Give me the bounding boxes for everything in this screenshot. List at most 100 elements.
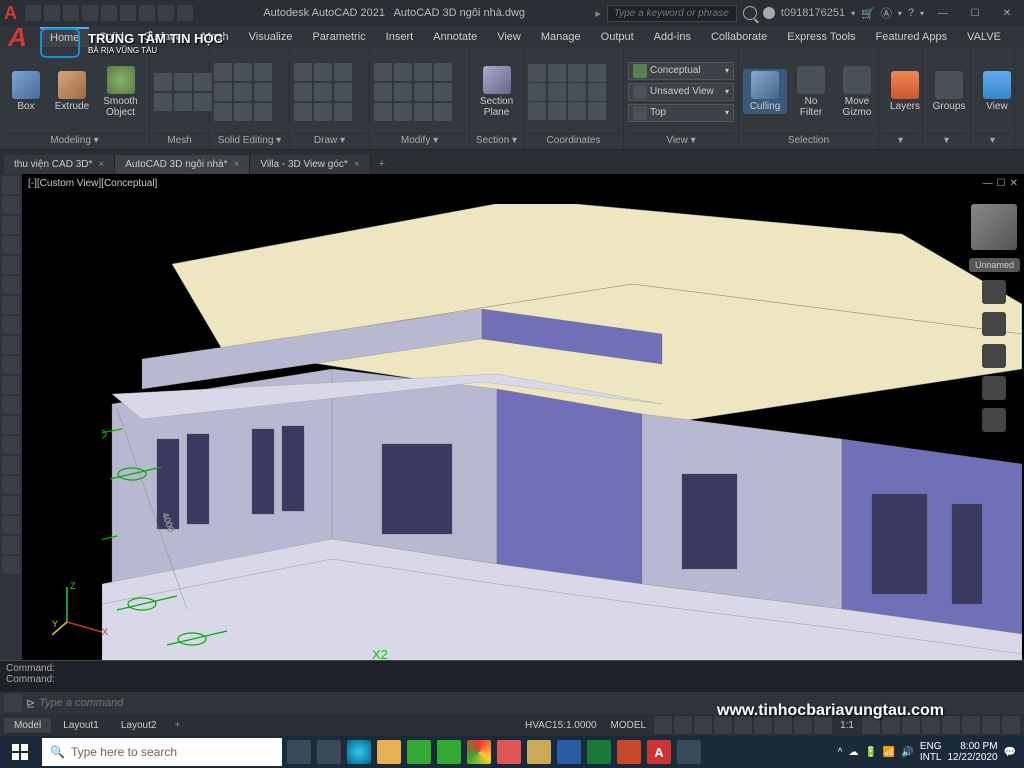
drawing-canvas[interactable]: [-][Custom View][Conceptual] —☐✕ Unnamed…	[22, 174, 1024, 660]
tab-valve[interactable]: VALVE	[957, 28, 1011, 46]
minimize-button[interactable]: —	[930, 2, 956, 24]
mesh-tool-icon[interactable]	[174, 73, 192, 91]
qat-new-icon[interactable]	[44, 5, 60, 21]
doc-tab-1[interactable]: AutoCAD 3D ngôi nhà*×	[115, 155, 250, 174]
panel-modify-label[interactable]: Modify ▾	[374, 133, 465, 147]
coord-tool-icon[interactable]	[588, 102, 606, 120]
coord-tool-icon[interactable]	[568, 102, 586, 120]
help-icon[interactable]: ?	[908, 7, 914, 19]
qat-save-icon[interactable]	[82, 5, 98, 21]
draw-tool-icon[interactable]	[314, 63, 332, 81]
ucs-icon[interactable]: ZXY	[52, 577, 112, 640]
modify-tool-icon[interactable]	[434, 103, 452, 121]
autocad-icon[interactable]: A	[647, 740, 671, 764]
layout-tab-1[interactable]: Layout1	[53, 718, 109, 733]
viewport-close-icon[interactable]: ✕	[1010, 178, 1018, 189]
ellipse-tool-icon[interactable]	[2, 276, 20, 294]
modify-tool-icon[interactable]	[414, 63, 432, 81]
notifications-icon[interactable]: 💬	[1004, 747, 1016, 758]
tray-lang[interactable]: ENG	[920, 741, 942, 752]
solid-edit-icon[interactable]	[254, 103, 272, 121]
array-tool-icon[interactable]	[2, 496, 20, 514]
mirror-tool-icon[interactable]	[2, 396, 20, 414]
app-icon[interactable]	[527, 740, 551, 764]
modify-tool-icon[interactable]	[394, 103, 412, 121]
saved-view-dropdown[interactable]: Unsaved View▾	[628, 83, 734, 101]
viewport-maximize-icon[interactable]: ☐	[997, 178, 1006, 189]
app-icon[interactable]	[497, 740, 521, 764]
model-space-toggle[interactable]: MODEL	[605, 720, 653, 731]
tab-annotate[interactable]: Annotate	[423, 28, 487, 46]
tab-insert[interactable]: Insert	[376, 28, 424, 46]
taskbar-search[interactable]: 🔍Type here to search	[42, 738, 282, 766]
tab-collaborate[interactable]: Collaborate	[701, 28, 777, 46]
view-name-badge[interactable]: Unnamed	[969, 258, 1020, 272]
panel-mesh-label[interactable]: Mesh	[154, 133, 205, 147]
app-logo-large-icon[interactable]: A	[8, 22, 27, 53]
box-button[interactable]: Box	[4, 69, 48, 114]
draw-tool-icon[interactable]	[314, 103, 332, 121]
panel-coordinates-label[interactable]: Coordinates	[528, 133, 619, 147]
search-icon[interactable]	[743, 6, 757, 20]
doc-tab-2[interactable]: Villa - 3D View góc*×	[250, 155, 370, 174]
qat-open-icon[interactable]	[63, 5, 79, 21]
modify-tool-icon[interactable]	[414, 103, 432, 121]
qat-undo-icon[interactable]	[139, 5, 155, 21]
snap-icon[interactable]	[674, 716, 692, 734]
explorer-icon[interactable]	[377, 740, 401, 764]
tray-time[interactable]: 8:00 PM	[947, 741, 997, 752]
modify-tool-icon[interactable]	[394, 83, 412, 101]
tab-visualize[interactable]: Visualize	[239, 28, 303, 46]
hardware-accel-icon[interactable]	[962, 716, 980, 734]
wifi-icon[interactable]: 📶	[883, 747, 895, 758]
pan-icon[interactable]	[982, 312, 1006, 336]
qat-menu-icon[interactable]	[25, 5, 41, 21]
coord-tool-icon[interactable]	[548, 83, 566, 101]
visual-style-dropdown[interactable]: Conceptual▾	[628, 62, 734, 80]
panel-view-label[interactable]: View ▾	[628, 133, 734, 147]
table-tool-icon[interactable]	[2, 556, 20, 574]
smooth-object-button[interactable]: Smooth Object	[96, 64, 145, 120]
coord-tool-icon[interactable]	[568, 83, 586, 101]
ortho-icon[interactable]	[694, 716, 712, 734]
close-icon[interactable]: ×	[98, 159, 104, 170]
qat-saveas-icon[interactable]	[101, 5, 117, 21]
hatch-tool-icon[interactable]	[2, 296, 20, 314]
tab-output[interactable]: Output	[591, 28, 644, 46]
grid-icon[interactable]	[654, 716, 672, 734]
draw-tool-icon[interactable]	[294, 63, 312, 81]
tab-featured[interactable]: Featured Apps	[866, 28, 958, 46]
excel-icon[interactable]	[587, 740, 611, 764]
modify-tool-icon[interactable]	[414, 83, 432, 101]
coord-tool-icon[interactable]	[588, 83, 606, 101]
tray-kbd[interactable]: INTL	[920, 752, 942, 763]
stretch-tool-icon[interactable]	[2, 356, 20, 374]
text-tool-icon[interactable]	[2, 516, 20, 534]
solid-edit-icon[interactable]	[234, 63, 252, 81]
chrome-icon[interactable]	[467, 740, 491, 764]
onedrive-icon[interactable]: ☁	[848, 747, 858, 758]
layers-button[interactable]: Layers	[883, 69, 927, 114]
coord-tool-icon[interactable]	[528, 83, 546, 101]
qat-share-icon[interactable]	[177, 5, 193, 21]
no-filter-button[interactable]: No Filter	[789, 64, 833, 120]
coord-tool-icon[interactable]	[528, 102, 546, 120]
zoom-icon[interactable]	[982, 344, 1006, 368]
view-direction-dropdown[interactable]: Top▾	[628, 104, 734, 122]
modify-tool-icon[interactable]	[394, 63, 412, 81]
erase-tool-icon[interactable]	[2, 456, 20, 474]
culling-button[interactable]: Culling	[743, 69, 787, 114]
arc-tool-icon[interactable]	[2, 236, 20, 254]
tab-view[interactable]: View	[487, 28, 531, 46]
panel-section-label[interactable]: Section ▾	[474, 133, 519, 147]
close-icon[interactable]: ×	[234, 159, 240, 170]
panel-draw-label[interactable]: Draw ▾	[294, 133, 365, 147]
close-button[interactable]: ✕	[994, 2, 1020, 24]
groups-button[interactable]: Groups	[927, 69, 971, 114]
panel-solid-editing-label[interactable]: Solid Editing ▾	[214, 133, 285, 147]
draw-tool-icon[interactable]	[294, 83, 312, 101]
copy-tool-icon[interactable]	[2, 336, 20, 354]
trim-tool-icon[interactable]	[2, 436, 20, 454]
cleanscreen-icon[interactable]	[982, 716, 1000, 734]
rotate-tool-icon[interactable]	[2, 376, 20, 394]
